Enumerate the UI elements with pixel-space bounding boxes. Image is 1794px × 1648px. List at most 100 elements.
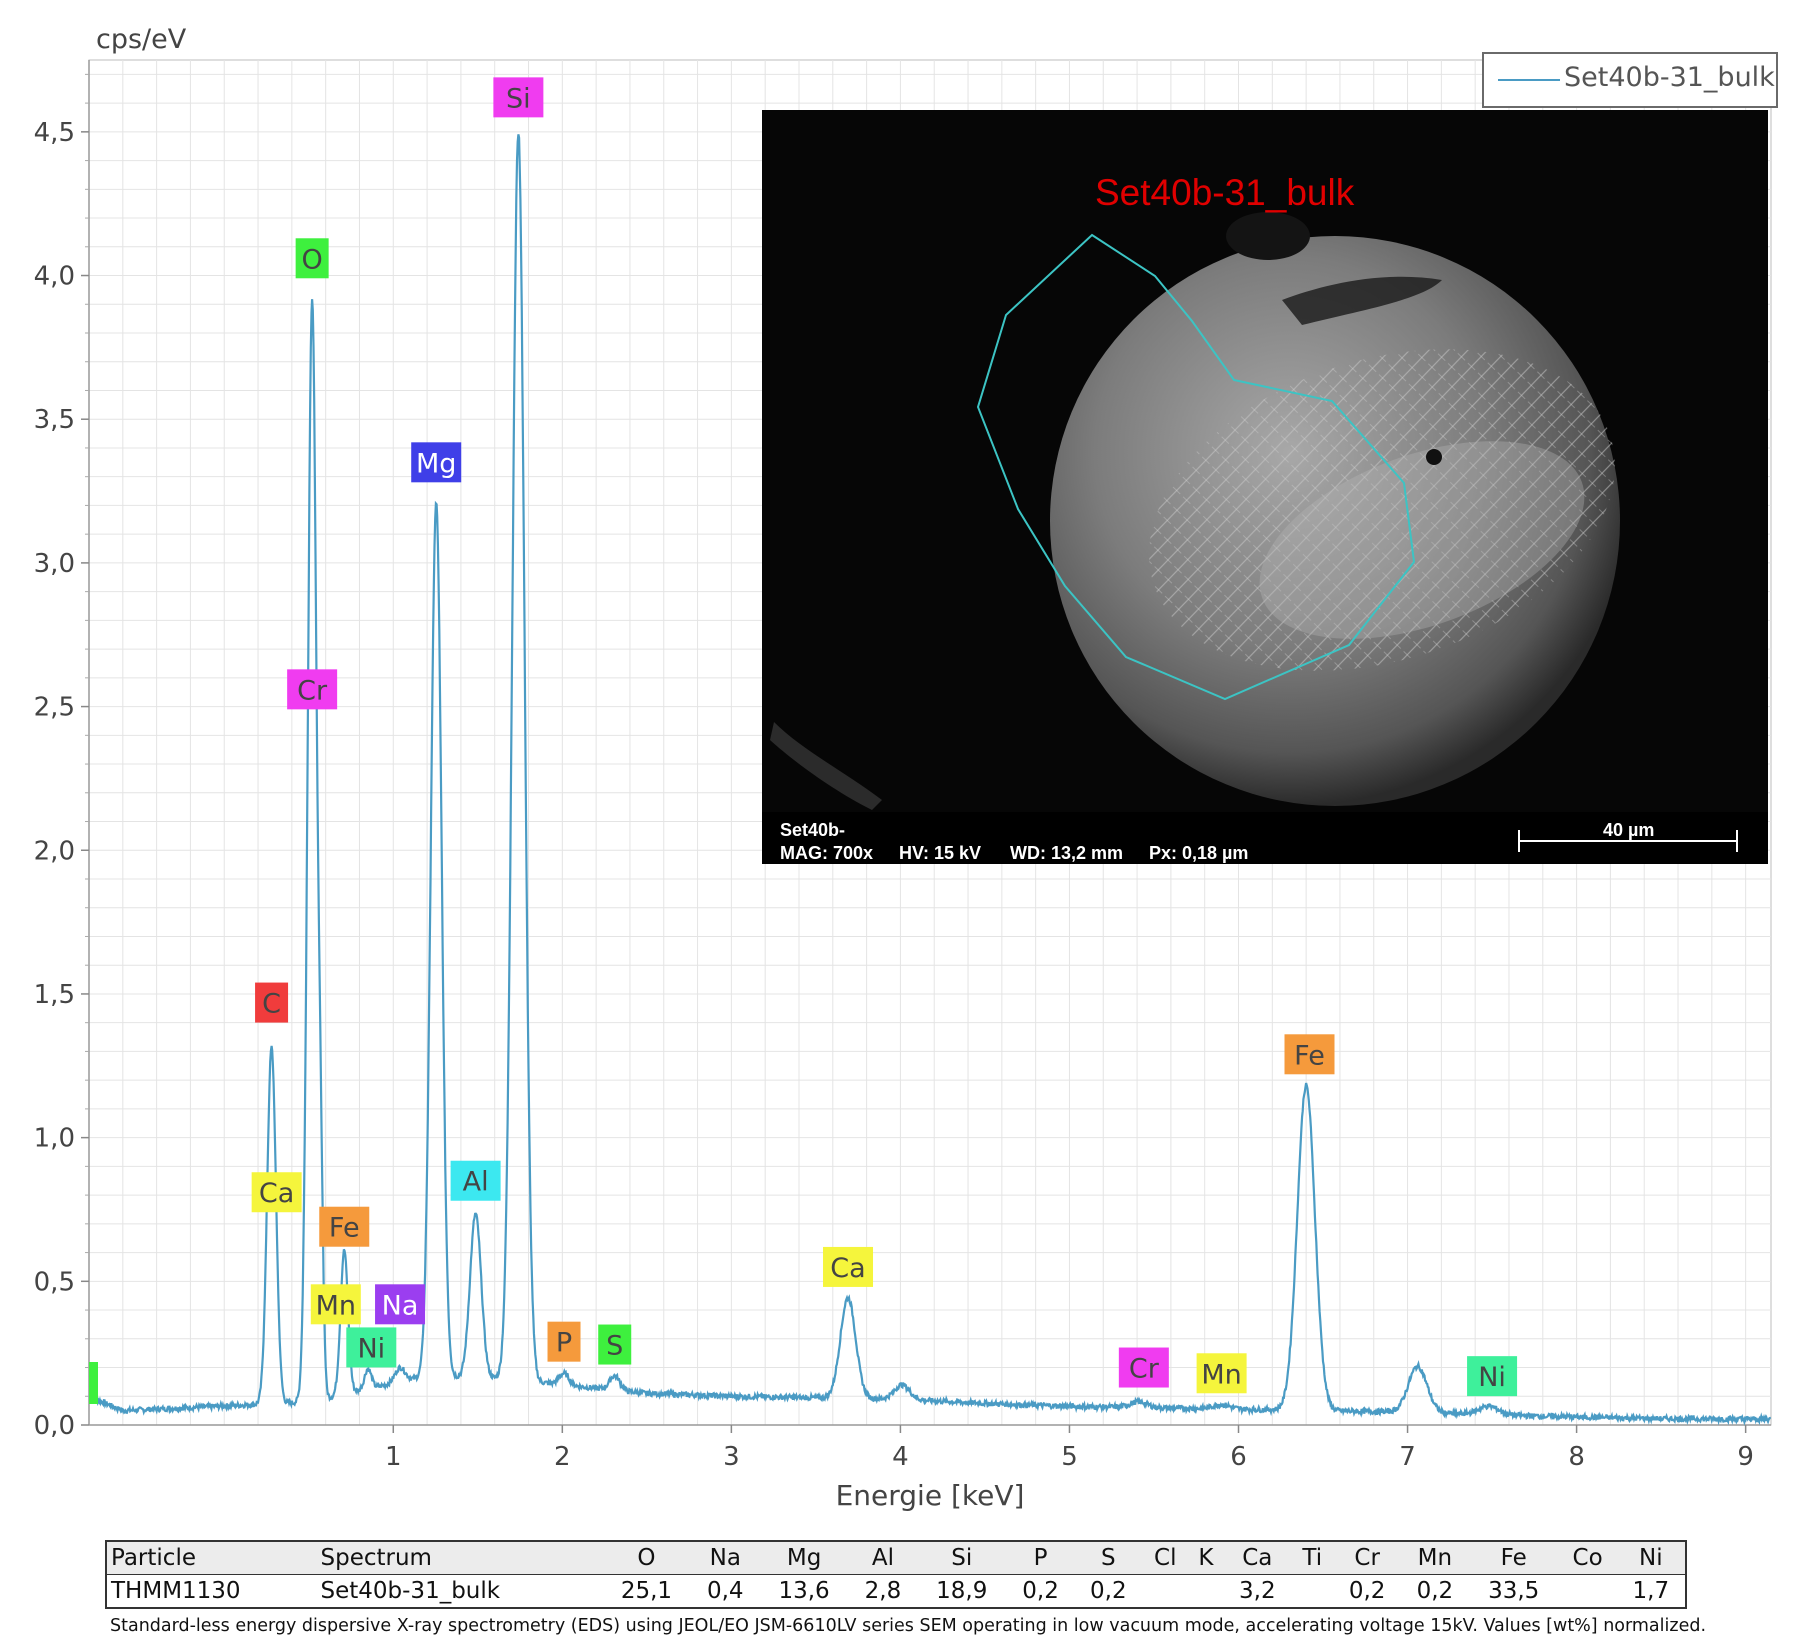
table-row: THMM1130 Set40b-31_bulk 25,1 0,4 13,6 2,8 18,9… — [106, 1575, 1686, 1609]
table-cell: 0,2 — [1348, 1578, 1386, 1604]
element-label-ca: Ca — [251, 1172, 302, 1213]
table-header-cell: Mn — [1401, 1541, 1469, 1575]
x-tick-label: 4 — [892, 1442, 909, 1472]
element-label-text: C — [262, 989, 281, 1020]
element-label-mn: Mn — [310, 1284, 361, 1325]
element-label-cr: Cr — [287, 669, 338, 710]
table-header-cell: Ca — [1223, 1541, 1292, 1575]
element-label-ni: Ni — [1467, 1356, 1518, 1397]
sem-wd: WD: 13,2 mm — [1010, 843, 1124, 863]
sem-caption-title: Set40b- — [780, 820, 846, 840]
x-tick-label: 9 — [1737, 1442, 1754, 1472]
element-label-text: Cr — [297, 675, 328, 706]
sem-caption-bar: Set40b- MAG: 700x HV: 15 kV WD: 13,2 mm … — [762, 812, 1768, 864]
y-tick-label: 0,0 — [34, 1411, 75, 1441]
table-header-cell: Si — [916, 1541, 1007, 1575]
element-label-ni: Ni — [346, 1327, 397, 1368]
element-label-text: O — [302, 244, 323, 275]
y-axis-title: cps/eV — [96, 24, 187, 55]
x-tick-label: 3 — [723, 1442, 740, 1472]
element-label-text: Si — [506, 83, 531, 114]
table-header-cell: Na — [691, 1541, 760, 1575]
sem-scale-label: 40 µm — [1603, 820, 1655, 840]
y-tick-label: 4,0 — [34, 262, 75, 292]
element-label-text: Cr — [1129, 1354, 1160, 1385]
element-label-al: Al — [450, 1160, 501, 1201]
table-header-cell: Cr — [1333, 1541, 1401, 1575]
y-tick-label: 3,0 — [34, 549, 75, 579]
table-cell: 0,4 — [706, 1578, 744, 1604]
sem-scale-bar-cap-right — [1736, 830, 1738, 852]
x-tick-label: 8 — [1568, 1442, 1585, 1472]
element-label-mg: Mg — [411, 442, 462, 483]
method-footnote: Standard-less energy dispersive X-ray sp… — [110, 1616, 1707, 1636]
element-label-o: O — [295, 238, 329, 279]
x-tick-label: 7 — [1399, 1442, 1416, 1472]
table-cell: 25,1 — [620, 1578, 673, 1604]
table-cell: 18,9 — [936, 1578, 988, 1604]
element-label-c: C — [255, 982, 289, 1023]
y-tick-label: 3,5 — [34, 405, 75, 435]
element-label-text: P — [556, 1328, 572, 1359]
element-label-text: Ni — [357, 1333, 385, 1364]
table-header-cell: Co — [1558, 1541, 1617, 1575]
element-label-ca: Ca — [823, 1246, 874, 1287]
table-cell: 0,2 — [1090, 1578, 1127, 1604]
table-header-cell: Ni — [1616, 1541, 1686, 1575]
table-cell — [1188, 1575, 1223, 1609]
table-cell: 2,8 — [864, 1578, 902, 1604]
table-cell: 3,2 — [1239, 1578, 1276, 1604]
element-label-text: Fe — [329, 1213, 360, 1244]
x-tick-label: 2 — [554, 1442, 571, 1472]
sem-sample-name: Set40b-31_bulk — [1095, 172, 1355, 213]
sem-micrograph: Set40b-31_bulk Set40b- MAG: 700x HV: 15 … — [762, 110, 1768, 864]
element-label-s: S — [598, 1324, 632, 1365]
x-tick-label: 5 — [1061, 1442, 1078, 1472]
table-header-cell: Mg — [759, 1541, 850, 1575]
table-cell — [1559, 1575, 1617, 1609]
element-label-text: S — [606, 1331, 623, 1362]
table-header-cell: Spectrum — [316, 1541, 602, 1575]
element-label-text: Mn — [316, 1290, 356, 1321]
element-label-si: Si — [493, 77, 544, 118]
element-label-mn: Mn — [1196, 1353, 1247, 1394]
table-cell: 0,2 — [1022, 1578, 1059, 1604]
element-label-text: Mn — [1201, 1359, 1241, 1390]
y-tick-label: 1,5 — [34, 980, 75, 1010]
sem-scale-bar — [1518, 840, 1738, 842]
table-header-cell: Ti — [1291, 1541, 1334, 1575]
table-cell: 1,7 — [1632, 1578, 1670, 1604]
table-cell — [1291, 1575, 1333, 1609]
element-label-p: P — [547, 1321, 581, 1362]
table-body: THMM1130 Set40b-31_bulk 25,1 0,4 13,6 2,8 18,9… — [106, 1575, 1686, 1609]
y-tick-label: 2,5 — [34, 693, 75, 723]
sem-scale-bar-cap-left — [1518, 830, 1520, 852]
y-tick-label: 0,5 — [34, 1267, 75, 1297]
element-label-text: Al — [463, 1167, 489, 1198]
table-cell: THMM1130 — [111, 1578, 241, 1604]
table-cell: Set40b-31_bulk — [320, 1578, 501, 1604]
x-tick-label: 1 — [385, 1442, 402, 1472]
y-tick-label: 1,0 — [34, 1124, 75, 1154]
table-header-cell: Particle — [106, 1541, 317, 1575]
element-label-fe: Fe — [319, 1206, 370, 1247]
table-header-cell: Cl — [1142, 1541, 1189, 1575]
table-header-cell: O — [601, 1541, 692, 1575]
x-tick-label: 6 — [1230, 1442, 1247, 1472]
sem-hv: HV: 15 kV — [899, 843, 982, 863]
sem-mag: MAG: 700x — [780, 843, 874, 863]
composition-table: Particle Spectrum O Na Mg Al Si P S Cl K Ca Ti Cr Mn Fe… — [105, 1540, 1687, 1609]
chart-legend: Set40b-31_bulk — [1482, 52, 1778, 108]
table-header-row: Particle Spectrum O Na Mg Al Si P S Cl K Ca Ti Cr Mn Fe… — [106, 1541, 1686, 1575]
element-label-text: Mg — [416, 448, 456, 479]
table-header-cell: K — [1188, 1541, 1224, 1575]
table-cell: 0,2 — [1416, 1578, 1454, 1604]
table-header-cell: S — [1074, 1541, 1143, 1575]
element-label-text: Ni — [1478, 1362, 1506, 1393]
sem-image-graphic — [762, 110, 1768, 864]
table-header-cell: P — [1006, 1541, 1075, 1575]
legend-line-swatch — [1498, 79, 1560, 81]
table-header-cell: Al — [849, 1541, 917, 1575]
element-label-text: Ca — [830, 1253, 865, 1284]
spherule-cavity — [1226, 212, 1310, 260]
